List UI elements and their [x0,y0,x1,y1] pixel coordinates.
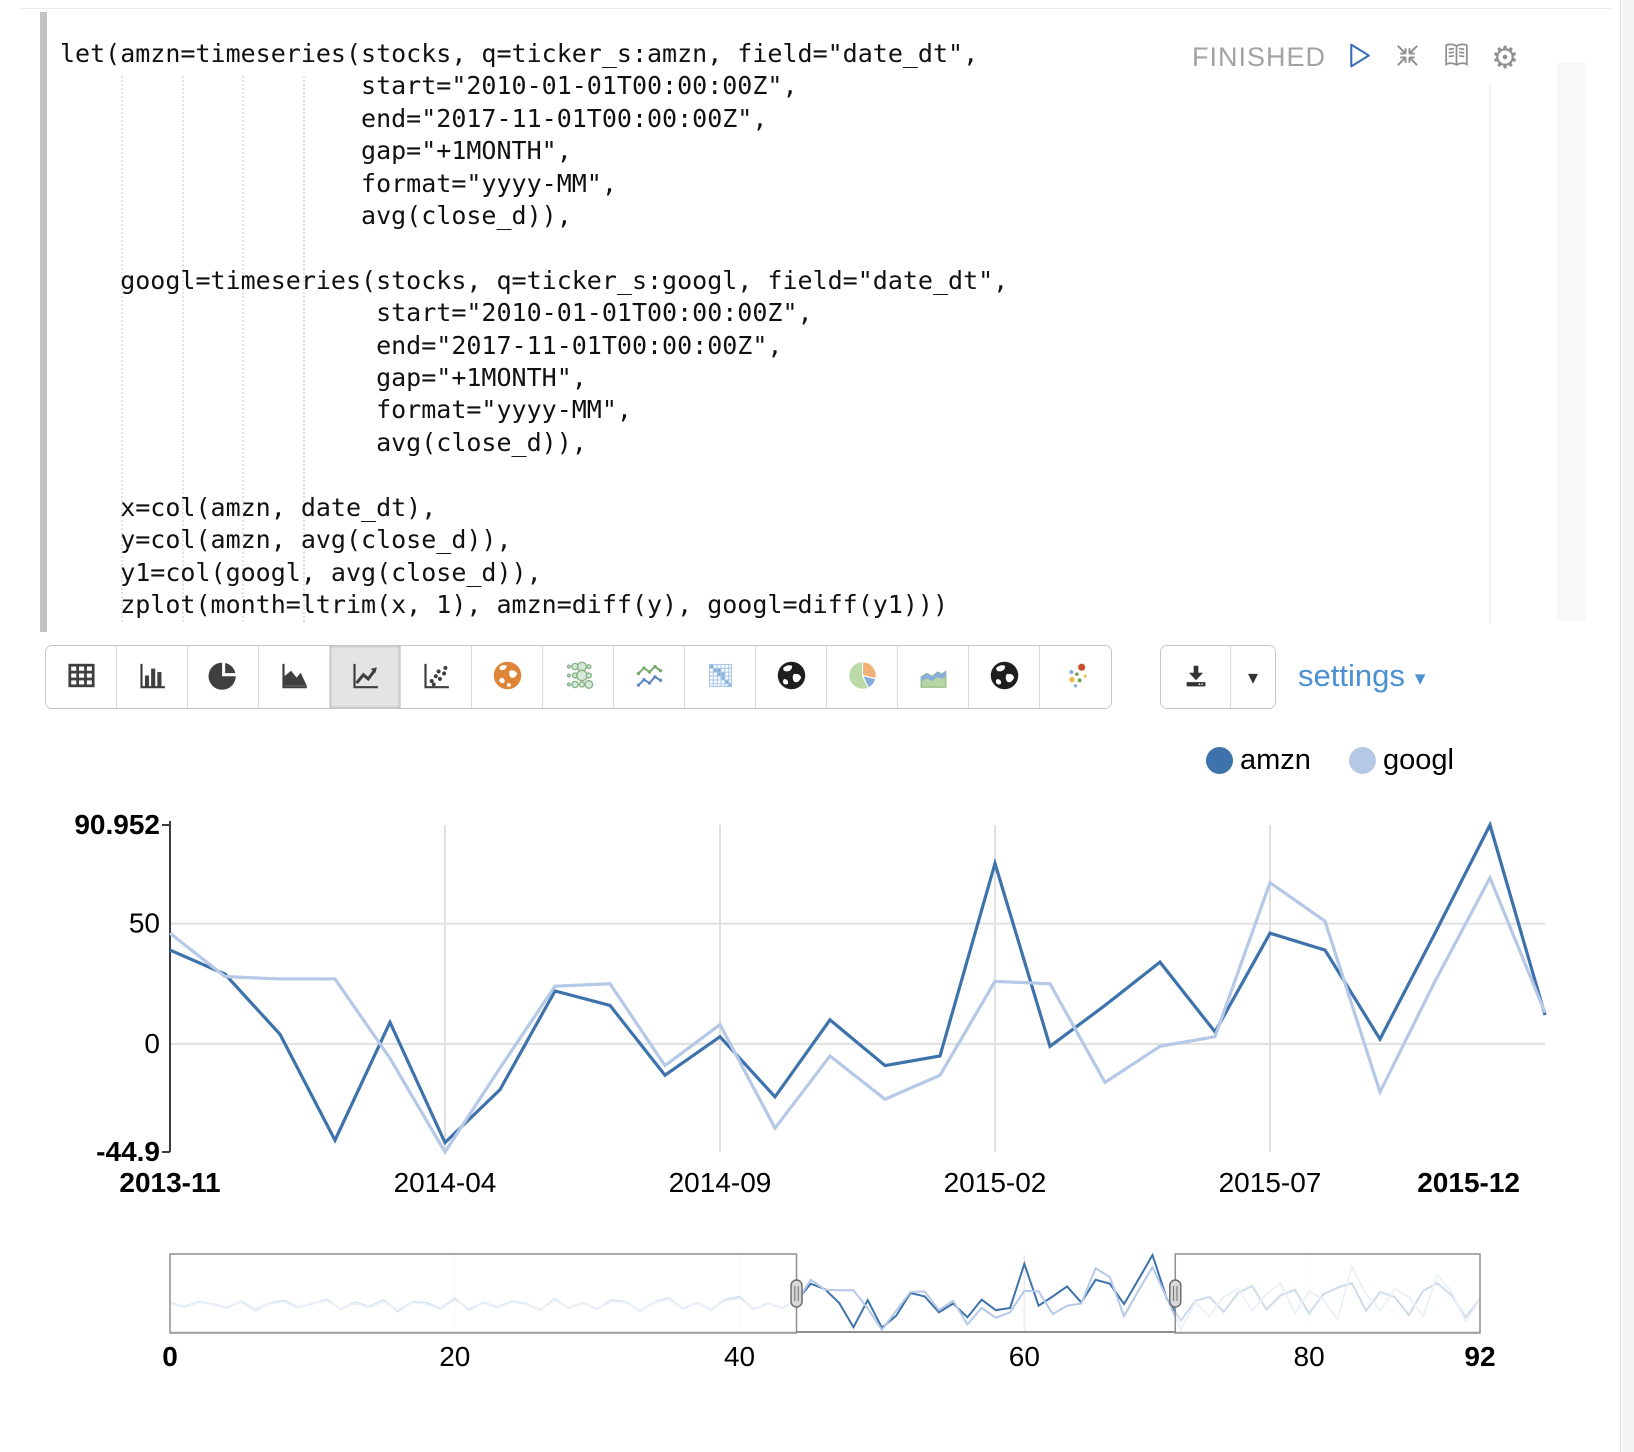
navigator-tick-label: 0 [162,1341,178,1372]
y-tick-label: 50 [129,908,160,939]
brush-handle-right[interactable] [1170,1280,1181,1307]
y-tick-label: -44.9 [96,1136,160,1167]
navigator-mask-right[interactable] [1175,1254,1480,1333]
amzn-line [170,825,1545,1143]
x-tick-label: 2014-04 [394,1167,497,1198]
y-tick-label: 90.952 [74,809,160,840]
x-tick-label: 2015-12 [1417,1167,1520,1198]
navigator-tick-label: 92 [1464,1341,1495,1372]
x-tick-label: 2014-09 [669,1167,772,1198]
navigator-tick-label: 20 [439,1341,470,1372]
navigator-tick-label: 80 [1294,1341,1325,1372]
brush-handle-left[interactable] [791,1280,802,1307]
chart-canvas: 90.952 50 0 -44.92013-11 2014-04 2014-09 2015-… [0,0,1634,1452]
googl-line [170,878,1545,1152]
x-tick-label: 2015-07 [1219,1167,1322,1198]
navigator-tick-label: 60 [1009,1341,1040,1372]
navigator-mask-left[interactable] [170,1254,797,1333]
y-tick-label: 0 [144,1028,160,1059]
x-tick-label: 2013-11 [119,1167,220,1198]
x-tick-label: 2015-02 [944,1167,1047,1198]
navigator-tick-label: 40 [724,1341,755,1372]
